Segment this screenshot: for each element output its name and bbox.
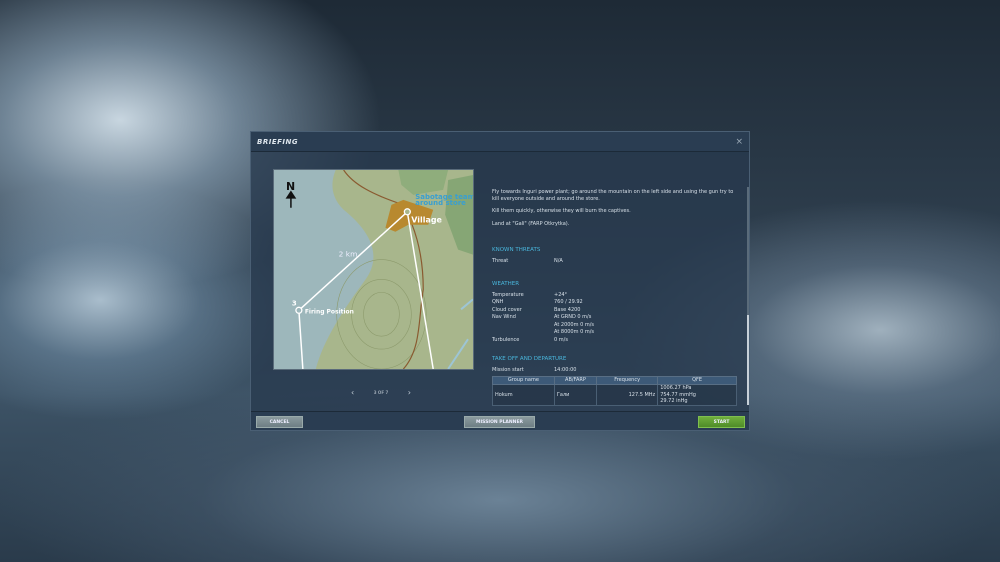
prev-page-button[interactable]: ‹	[351, 388, 354, 397]
briefing-text: Fly towards Inguri power plant; go aroun…	[492, 189, 738, 406]
waypoint-firing-position	[295, 306, 303, 314]
weather-value: +24°	[554, 291, 568, 298]
column-header: Frequency	[596, 376, 659, 385]
qfe-cell: 1006.27 hPa 754.77 mmHg 29.72 inHg	[657, 384, 737, 406]
distance-label: 2 km	[339, 250, 358, 259]
column-header: Group name	[492, 376, 555, 385]
weather-label: QNH	[492, 299, 504, 305]
threat-label: Threat	[492, 257, 509, 264]
briefing-paragraph: Fly towards Inguri power plant; go aroun…	[492, 189, 734, 202]
weather-label: Nav Wind	[492, 314, 516, 320]
briefing-dialog: BRIEFING × N Sabotage team around store …	[250, 131, 750, 431]
waypoint-number: 3	[292, 299, 297, 307]
waypoint-label: Firing Position	[305, 308, 354, 315]
weather-value: 760 / 29.92	[554, 299, 583, 305]
weather-value: At GRND 0 m/s	[554, 314, 592, 320]
qfe-inhg: 29.72 inHg	[660, 398, 688, 404]
column-header: AB/FARP	[553, 376, 598, 385]
dialog-header: BRIEFING ×	[251, 132, 749, 152]
village-label: Village	[411, 216, 442, 225]
map-pager: ‹ 3 OF 7 ›	[351, 388, 411, 397]
table-row: Hokum Гали 127.5 MHz 1006.27 hPa 754.77 m…	[492, 384, 737, 406]
scrollbar-thumb[interactable]	[747, 315, 749, 405]
weather-label: Turbulence	[492, 336, 520, 343]
mission-planner-button[interactable]: MISSION PLANNER	[464, 416, 535, 428]
weather-value: 0 m/s	[554, 336, 568, 343]
weather-label	[492, 329, 554, 337]
weather-value: Base 4200	[554, 306, 581, 313]
waypoint-village	[403, 208, 411, 216]
weather-label: Temperature	[492, 291, 524, 298]
next-page-button[interactable]: ›	[408, 388, 411, 397]
weather-value: At 8000m 0 m/s	[554, 329, 594, 335]
group-name-cell: Hokum	[492, 384, 555, 406]
frequency-cell: 127.5 MHz	[596, 384, 659, 406]
airbase-cell: Гали	[553, 384, 598, 406]
north-label: N	[286, 180, 295, 193]
weather-label: Cloud cover	[492, 306, 522, 313]
scrollbar[interactable]	[747, 187, 749, 405]
dialog-title: BRIEFING	[257, 137, 299, 146]
briefing-map: N Sabotage team around store Village 2 k…	[273, 169, 474, 370]
page-indicator: 3 OF 7	[373, 390, 389, 395]
column-header: QFE	[657, 376, 737, 385]
weather-value: At 2000m 0 m/s	[554, 321, 594, 328]
close-icon[interactable]: ×	[735, 137, 743, 147]
briefing-paragraph: Land at "Gali" (FARP Otkrytka).	[492, 220, 570, 227]
mission-start-value: 14:00:00	[554, 366, 577, 373]
weather-label	[492, 322, 554, 330]
dialog-footer: CANCEL MISSION PLANNER START	[251, 411, 749, 430]
start-button[interactable]: START	[698, 416, 745, 428]
briefing-paragraph: Kill them quickly, otherwise they will b…	[492, 208, 631, 214]
cancel-button[interactable]: CANCEL	[256, 416, 303, 428]
departure-table: Group name AB/FARP Frequency QFE Hokum Г…	[492, 376, 737, 406]
section-known-threats: KNOWN THREATS	[492, 247, 541, 253]
target-label: around store	[415, 199, 466, 207]
mission-start-label: Mission start	[492, 366, 524, 373]
section-takeoff: TAKE OFF AND DEPARTURE	[492, 356, 567, 362]
threat-value: N/A	[554, 257, 563, 264]
section-weather: WEATHER	[492, 281, 520, 287]
